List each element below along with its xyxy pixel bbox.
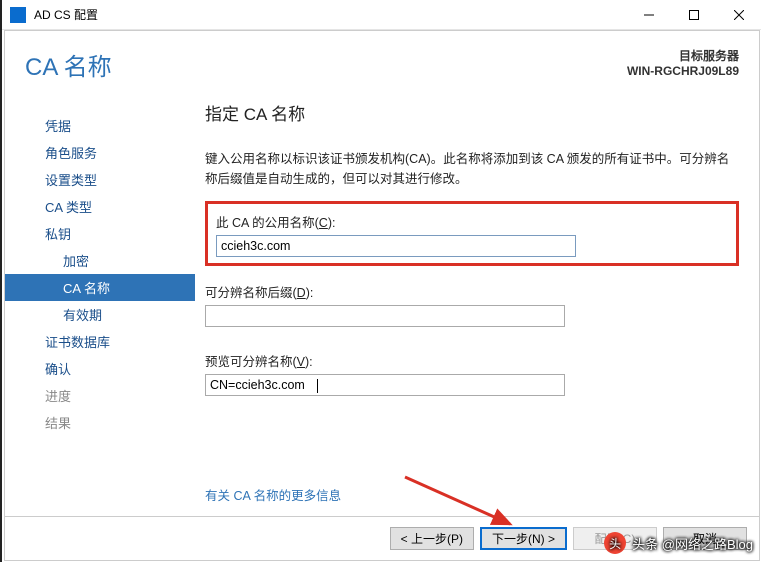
main-heading: 指定 CA 名称 — [205, 100, 739, 125]
maximize-button[interactable] — [671, 0, 716, 29]
nav-item-confirm[interactable]: 确认 — [5, 355, 195, 382]
close-button[interactable] — [716, 0, 761, 29]
minimize-button[interactable] — [626, 0, 671, 29]
server-name: WIN-RGCHRJ09L89 — [627, 64, 739, 78]
preview-input[interactable] — [205, 374, 565, 396]
common-name-label: 此 CA 的公用名称(C): — [216, 212, 728, 231]
nav-item-ca-name[interactable]: CA 名称 — [5, 274, 195, 301]
nav-item-private-key[interactable]: 私钥 — [5, 220, 195, 247]
server-info: 目标服务器 WIN-RGCHRJ09L89 — [627, 47, 739, 82]
dialog-body: CA 名称 目标服务器 WIN-RGCHRJ09L89 凭据角色服务设置类型CA… — [4, 30, 760, 561]
server-label: 目标服务器 — [627, 47, 739, 64]
description-text: 键入公用名称以标识该证书颁发机构(CA)。此名称将添加到该 CA 颁发的所有证书… — [205, 149, 739, 189]
page-title: CA 名称 — [25, 47, 627, 82]
nav-item-setup-type[interactable]: 设置类型 — [5, 166, 195, 193]
nav-item-validity[interactable]: 有效期 — [5, 301, 195, 328]
preview-label: 预览可分辨名称(V): — [205, 351, 739, 370]
window-title: AD CS 配置 — [34, 6, 626, 23]
more-info-link[interactable]: 有关 CA 名称的更多信息 — [205, 485, 739, 504]
next-button[interactable]: 下一步(N) > — [480, 527, 567, 550]
prev-button[interactable]: < 上一步(P) — [390, 527, 474, 550]
dn-suffix-label: 可分辨名称后缀(D): — [205, 282, 739, 301]
app-icon — [10, 7, 26, 23]
common-name-input[interactable] — [216, 235, 576, 257]
nav-item-crypto[interactable]: 加密 — [5, 247, 195, 274]
wizard-footer: < 上一步(P) 下一步(N) > 配置(C) 取消 — [5, 516, 759, 560]
titlebar: AD CS 配置 — [2, 0, 761, 30]
dn-suffix-input[interactable] — [205, 305, 565, 327]
main-panel: 指定 CA 名称 键入公用名称以标识该证书颁发机构(CA)。此名称将添加到该 C… — [195, 92, 759, 516]
config-window: AD CS 配置 CA 名称 目标服务器 WIN-RGCHRJ09L89 凭据角… — [0, 0, 761, 562]
nav-item-cert-db[interactable]: 证书数据库 — [5, 328, 195, 355]
nav-item-progress: 进度 — [5, 382, 195, 409]
header-row: CA 名称 目标服务器 WIN-RGCHRJ09L89 — [5, 31, 759, 82]
common-name-highlight: 此 CA 的公用名称(C): — [205, 201, 739, 266]
configure-button: 配置(C) — [573, 527, 657, 550]
wizard-nav: 凭据角色服务设置类型CA 类型私钥加密CA 名称有效期证书数据库确认进度结果 — [5, 92, 195, 516]
nav-item-credentials[interactable]: 凭据 — [5, 112, 195, 139]
cancel-button[interactable]: 取消 — [663, 527, 747, 550]
nav-item-ca-type[interactable]: CA 类型 — [5, 193, 195, 220]
content-row: 凭据角色服务设置类型CA 类型私钥加密CA 名称有效期证书数据库确认进度结果 指… — [5, 82, 759, 516]
nav-item-results: 结果 — [5, 409, 195, 436]
nav-item-role-services[interactable]: 角色服务 — [5, 139, 195, 166]
